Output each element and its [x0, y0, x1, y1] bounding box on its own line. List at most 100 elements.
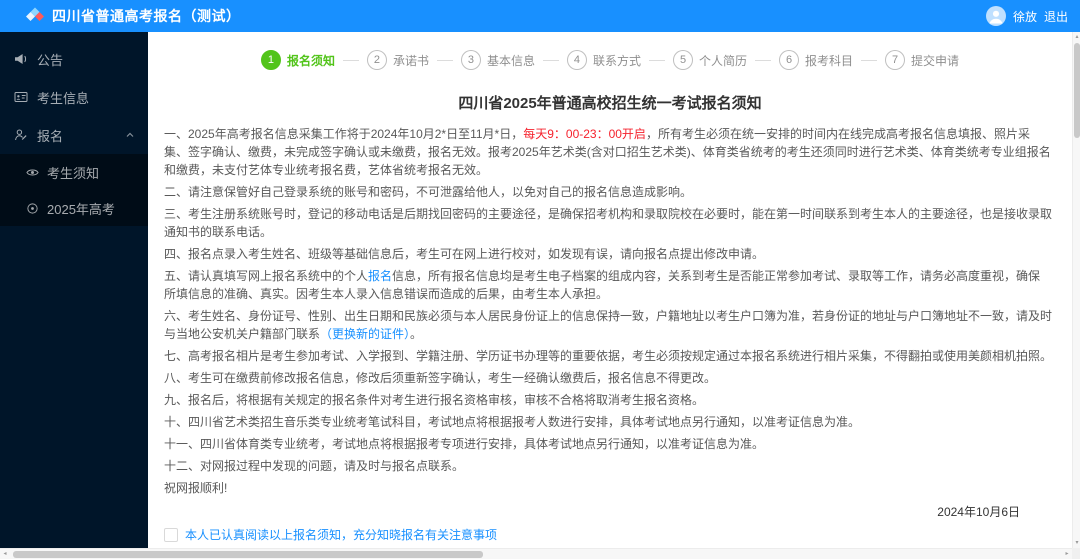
- agree-checkbox[interactable]: [164, 527, 178, 542]
- sidebar-item-announcements[interactable]: 公告: [0, 40, 148, 78]
- notice-text: 四、报名点录入考生姓名、班级等基础信息后，考生可在网上进行校对，如发现有误，请向…: [164, 247, 765, 261]
- idcard-icon: [14, 90, 28, 104]
- notice-paragraph-3: 三、考生注册系统账号时，登记的移动电话是后期找回密码的主要途径，是确保招考机构和…: [164, 205, 1052, 241]
- step-separator: [542, 59, 559, 61]
- step-separator: [755, 59, 772, 61]
- step-separator: [436, 59, 453, 61]
- horizontal-scroll-thumb[interactable]: [13, 551, 483, 558]
- agreement-row: 本人已认真阅读以上报名须知，充分知晓报名有关注意事项: [164, 526, 1072, 543]
- step-number: 6: [779, 50, 800, 70]
- sidebar-subitem-label: 考生须知: [47, 165, 100, 181]
- registration-info-link[interactable]: 报名: [368, 269, 392, 283]
- notice-text: 一、2025年高考报名信息采集工作将于2024年10月2*日至11月*日，: [164, 127, 524, 141]
- step-label: 报考科目: [805, 53, 854, 68]
- notice-text: 祝网报顺利!: [164, 481, 228, 495]
- notice-paragraph-12: 十二、对网报过程中发现的问题，请及时与报名点联系。: [164, 457, 1052, 475]
- eye-icon: [26, 166, 39, 179]
- app-title: 四川省普通高考报名（测试）: [52, 8, 241, 24]
- notice-paragraph-2: 二、请注意保管好自己登录系统的账号和密码，不可泄露给他人，以免对自己的报名信息造…: [164, 183, 1052, 201]
- notice-paragraph-7: 七、高考报名相片是考生参加考试、入学报到、学籍注册、学历证书办理等的重要依据，考…: [164, 347, 1052, 365]
- sidebar-item-label: 公告: [37, 52, 64, 68]
- step-number: 5: [673, 50, 693, 70]
- sidebar-item-label: 报名: [37, 128, 64, 144]
- step-label: 联系方式: [592, 53, 641, 68]
- step-separator: [649, 59, 665, 61]
- scroll-left-icon[interactable]: ◂: [0, 549, 10, 559]
- notice-paragraph-1: 一、2025年高考报名信息采集工作将于2024年10月2*日至11月*日，每天9…: [164, 125, 1052, 179]
- notice-paragraph-5: 五、请认真填写网上报名系统中的个人报名信息，所有报名信息均是考生电子档案的组成内…: [164, 267, 1052, 303]
- step-4: 4 联系方式: [566, 50, 641, 70]
- sidebar-subitem-label: 2025年高考: [47, 201, 115, 217]
- sidebar-subitem-2025-exam[interactable]: 2025年高考: [0, 190, 148, 226]
- sidebar-item-registration[interactable]: 报名: [0, 116, 148, 154]
- step-number: 1: [260, 50, 281, 70]
- notice-text: 七、高考报名相片是考生参加考试、入学报到、学籍注册、学历证书办理等的重要依据，考…: [164, 349, 1053, 363]
- time-highlight: 每天9：00-23：00开启: [523, 127, 646, 141]
- step-separator: [342, 59, 359, 61]
- notice-paragraph-4: 四、报名点录入考生姓名、班级等基础信息后，考生可在网上进行校对，如发现有误，请向…: [164, 245, 1052, 263]
- notice-body: 一、2025年高考报名信息采集工作将于2024年10月2*日至11月*日，每天9…: [148, 125, 1072, 497]
- scroll-down-icon[interactable]: ▾: [1073, 538, 1080, 548]
- step-number: 3: [460, 50, 481, 70]
- notice-paragraph-8: 八、考生可在缴费前修改报名信息，修改后须重新签字确认，考生一经确认缴费后，报名信…: [164, 369, 1052, 387]
- notice-date: 2024年10月6日: [937, 505, 1020, 519]
- step-label: 基本信息: [486, 53, 535, 68]
- vertical-scroll-thumb[interactable]: [1074, 43, 1080, 138]
- step-label: 提交申请: [911, 53, 960, 68]
- steps-bar: 1 报名须知 2 承诺书 3 基本信息 4 联系方式 5 个人简历 6 报考科目…: [148, 32, 1072, 82]
- step-2: 2 承诺书: [366, 50, 429, 70]
- step-6: 6 报考科目: [779, 50, 853, 70]
- step-number: 2: [366, 50, 387, 70]
- step-3: 3 基本信息: [460, 50, 535, 70]
- step-label: 承诺书: [392, 53, 429, 68]
- step-separator: [861, 59, 878, 61]
- notice-text: 六、考生姓名、身份证号、性别、出生日期和民族必须与本人居民身份证上的信息保持一致…: [164, 309, 1053, 341]
- scroll-up-icon[interactable]: ▴: [1073, 32, 1080, 42]
- notice-text: 。: [410, 327, 423, 341]
- registration-submenu: 考生须知 2025年高考: [0, 154, 148, 226]
- step-1: 1 报名须知: [260, 50, 335, 70]
- notice-text: 十二、对网报过程中发现的问题，请及时与报名点联系。: [164, 459, 465, 473]
- user-avatar[interactable]: [985, 6, 1006, 26]
- sidebar: 公告 考生信息 报名 考生须知 2025年高考: [0, 32, 148, 548]
- agree-checkbox-label[interactable]: 本人已认真阅读以上报名须知，充分知晓报名有关注意事项: [185, 526, 497, 543]
- step-7: 7 提交申请: [885, 50, 959, 70]
- header-user-area: 徐放 退出: [985, 6, 1068, 26]
- sidebar-item-candidate-info[interactable]: 考生信息: [0, 78, 148, 116]
- notice-text: 五、请认真填写网上报名系统中的个人: [164, 269, 369, 283]
- notice-text: 二、请注意保管好自己登录系统的账号和密码，不可泄露给他人，以免对自己的报名信息造…: [164, 185, 693, 199]
- app-window: 四川省普通高考报名（测试） 徐放 退出 公告 考生信息 报名 考生须知 2025…: [0, 0, 1080, 559]
- sidebar-subitem-candidate-notice[interactable]: 考生须知: [0, 154, 148, 190]
- notice-paragraph-9: 九、报名后，将根据有关规定的报名条件对考生进行报名资格审核，审核不合格将取消考生…: [164, 391, 1052, 409]
- logout-button[interactable]: 退出: [1044, 8, 1068, 25]
- app-logo: [26, 7, 44, 25]
- notice-paragraph-6: 六、考生姓名、身份证号、性别、出生日期和民族必须与本人居民身份证上的信息保持一致…: [164, 307, 1052, 343]
- step-label: 报名须知: [286, 53, 335, 68]
- step-number: 4: [566, 50, 587, 70]
- horizontal-scrollbar[interactable]: ◂ ▸: [0, 548, 1080, 559]
- replace-id-card-link[interactable]: （更换新的证件）: [320, 327, 410, 341]
- vertical-scrollbar[interactable]: ▴ ▾: [1072, 32, 1080, 548]
- step-number: 7: [885, 50, 906, 70]
- chevron-up-icon: [126, 131, 134, 139]
- scroll-right-icon[interactable]: ▸: [1062, 549, 1072, 559]
- announcement-icon: [14, 52, 28, 66]
- circle-icon: [26, 202, 39, 215]
- closing-wish: 祝网报顺利!: [164, 479, 1052, 497]
- notice-text: 十、四川省艺术类招生音乐类专业统考笔试科目，考试地点将根据报考人数进行安排，具体…: [164, 415, 861, 429]
- notice-paragraph-11: 十一、四川省体育类专业统考，考试地点将根据报考专项进行安排，具体考试地点另行通知…: [164, 435, 1052, 453]
- notice-paragraph-10: 十、四川省艺术类招生音乐类专业统考笔试科目，考试地点将根据报考人数进行安排，具体…: [164, 413, 1052, 431]
- app-header: 四川省普通高考报名（测试） 徐放 退出: [0, 0, 1080, 32]
- step-5: 5 个人简历: [673, 50, 747, 70]
- notice-text: 三、考生注册系统账号时，登记的移动电话是后期找回密码的主要途径，是确保招考机构和…: [164, 207, 1053, 239]
- notice-text: 八、考生可在缴费前修改报名信息，修改后须重新签字确认，考生一经确认缴费后，报名信…: [164, 371, 717, 385]
- sidebar-item-label: 考生信息: [37, 90, 90, 106]
- notice-text: 十一、四川省体育类专业统考，考试地点将根据报考专项进行安排，具体考试地点另行通知…: [164, 437, 765, 451]
- notice-text: 九、报名后，将根据有关规定的报名条件对考生进行报名资格审核，审核不合格将取消考生…: [164, 393, 705, 407]
- notice-title: 四川省2025年普通高校招生统一考试报名须知: [458, 95, 762, 112]
- username: 徐放: [1012, 9, 1037, 24]
- registration-icon: [14, 128, 28, 142]
- main-content: 1 报名须知 2 承诺书 3 基本信息 4 联系方式 5 个人简历 6 报考科目…: [148, 32, 1072, 548]
- scrollbar-corner: [1072, 548, 1080, 559]
- step-label: 个人简历: [699, 53, 748, 68]
